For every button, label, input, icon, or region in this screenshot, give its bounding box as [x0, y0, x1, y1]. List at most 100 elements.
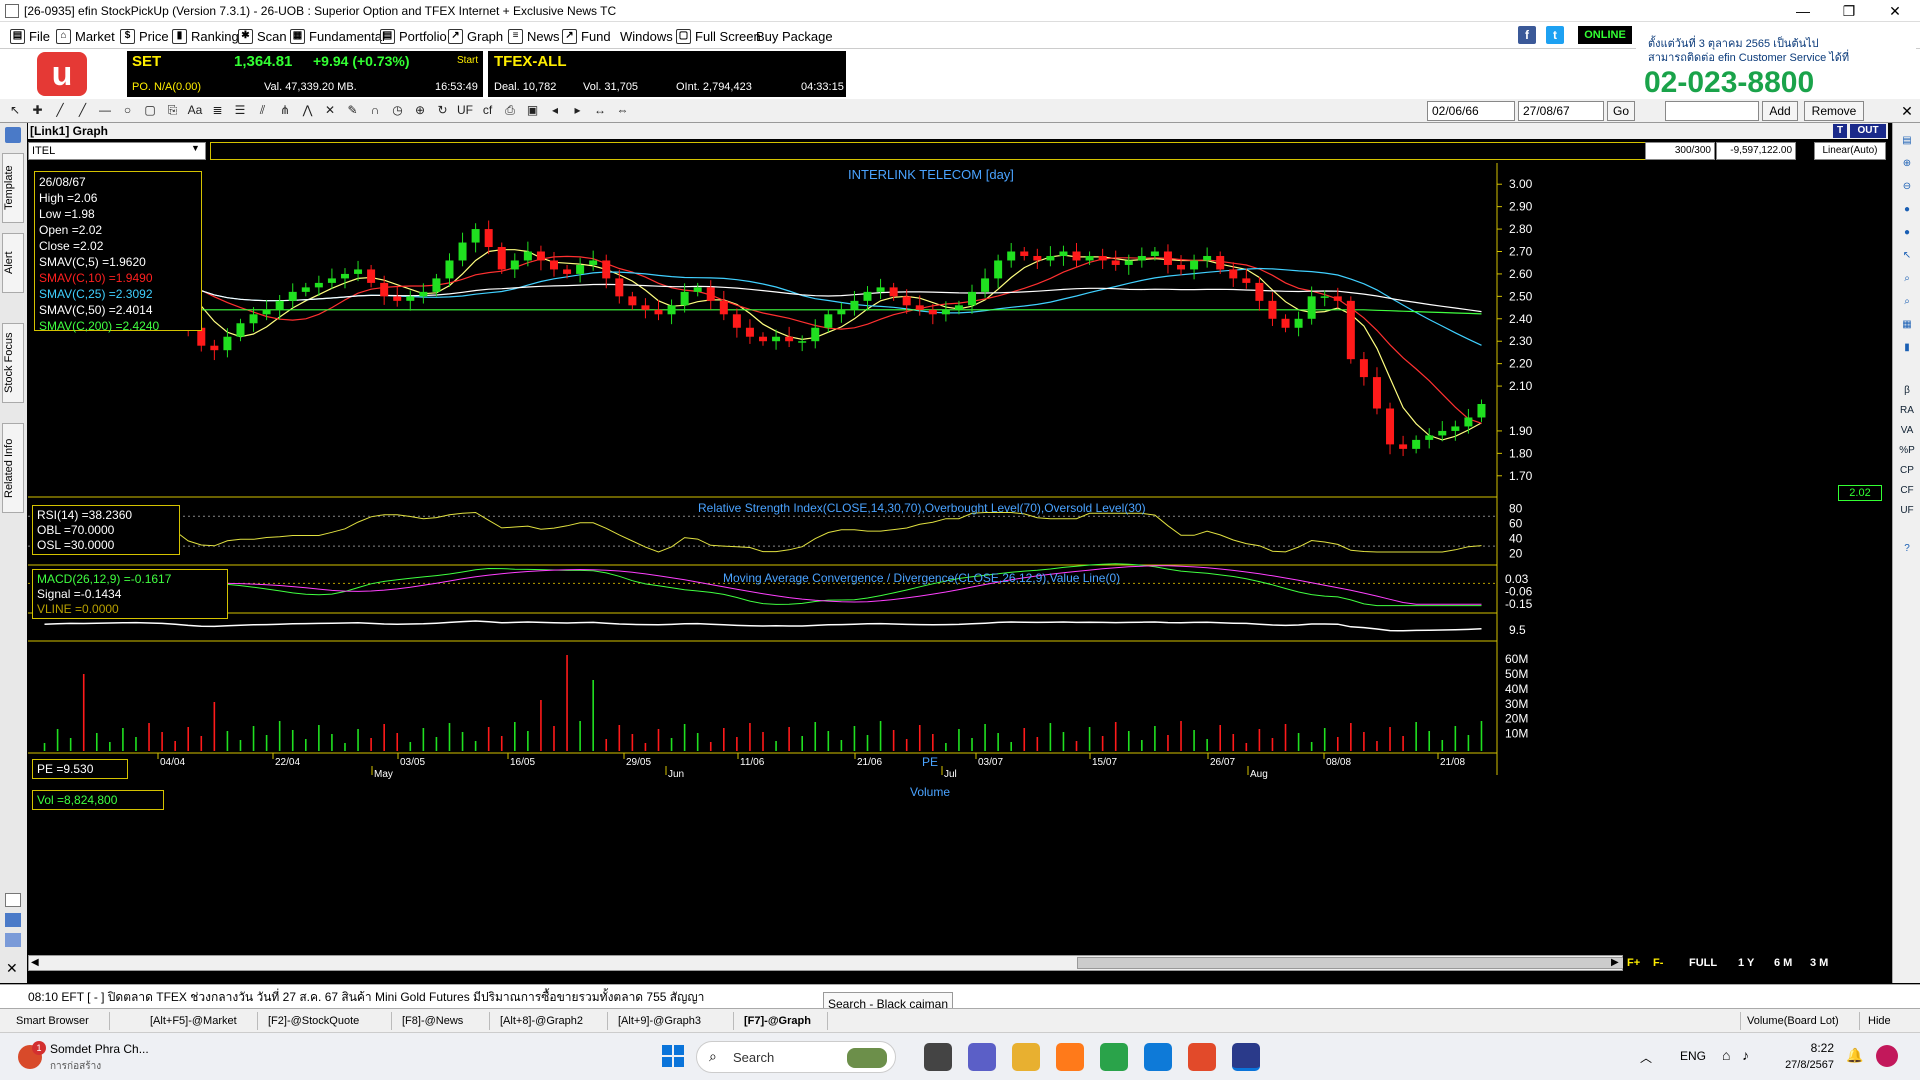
- network-icon[interactable]: ⌂: [1722, 1047, 1730, 1063]
- notification-bell-icon[interactable]: 🔔: [1846, 1047, 1863, 1064]
- volume-icon[interactable]: ♪: [1742, 1047, 1749, 1063]
- menu-scan[interactable]: ✱ Scan: [238, 27, 287, 45]
- side-tab-alert[interactable]: Alert: [2, 233, 24, 293]
- chevron-up-icon[interactable]: ︿: [1640, 1049, 1652, 1066]
- help-icon[interactable]: ?: [1897, 541, 1917, 557]
- windows-start-icon[interactable]: [662, 1045, 684, 1067]
- circle-icon[interactable]: ○: [119, 102, 137, 119]
- horizontal-scrollbar[interactable]: ◀ ▶: [28, 955, 1627, 971]
- menu-market[interactable]: ⌂ Market: [56, 27, 115, 45]
- clock-time[interactable]: 8:22: [1778, 1041, 1834, 1055]
- date-to-input[interactable]: 27/08/67: [1518, 101, 1604, 121]
- set-index-panel[interactable]: SET 1,364.81 +9.94 (+0.73%) Start PO. N/…: [127, 51, 483, 97]
- window-tab[interactable]: [F8]-@News: [396, 1012, 490, 1030]
- side-tab-stock-focus[interactable]: Stock Focus: [2, 323, 24, 403]
- remove-button[interactable]: Remove: [1804, 101, 1864, 121]
- menu-price[interactable]: $ Price: [120, 27, 169, 45]
- chart-area[interactable]: 3.00 2.90 2.80 2.70 2.60 2.50 2.40 2.30 2.20 2.10…: [28, 163, 1892, 973]
- out-button[interactable]: OUT: [1850, 124, 1886, 138]
- side-tab-template[interactable]: Template: [2, 153, 24, 223]
- hline-icon[interactable]: —: [96, 102, 114, 119]
- taskbar-user[interactable]: Somdet Phra Ch...: [50, 1042, 149, 1056]
- zoom-icon[interactable]: ⊕: [411, 102, 429, 119]
- scroll-thumb[interactable]: [1077, 957, 1627, 969]
- timeframe-3m[interactable]: 3 M: [1810, 957, 1828, 969]
- left-icon[interactable]: ◂: [546, 102, 564, 119]
- indicator-btn-β[interactable]: β: [1897, 383, 1917, 399]
- efin-icon[interactable]: [1188, 1043, 1216, 1071]
- edge-icon[interactable]: [1144, 1043, 1172, 1071]
- volume-unit-select[interactable]: Volume(Board Lot): [1740, 1012, 1860, 1030]
- copilot-icon[interactable]: [1876, 1045, 1898, 1067]
- indicator-btn-va[interactable]: VA: [1897, 423, 1917, 439]
- window-tab[interactable]: [Alt+8]-@Graph2: [494, 1012, 608, 1030]
- close-graph-icon[interactable]: ✕: [1898, 101, 1916, 121]
- cursor-icon[interactable]: ↖: [1897, 248, 1917, 264]
- window-tab[interactable]: Smart Browser: [10, 1012, 110, 1030]
- timeframe-6m[interactable]: 6 M: [1774, 957, 1792, 969]
- menu-windows[interactable]: Windows: [620, 27, 673, 45]
- chrome-icon[interactable]: [1100, 1043, 1128, 1071]
- date-from-input[interactable]: 02/06/66: [1427, 101, 1515, 121]
- menu-full-screen[interactable]: ▢ Full Screen: [676, 27, 761, 45]
- twitter-icon[interactable]: t: [1546, 26, 1564, 44]
- taskbar-search[interactable]: ⌕ Search: [696, 1041, 896, 1073]
- indicator-btn-ra[interactable]: RA: [1897, 403, 1917, 419]
- zoom-out-icon[interactable]: ⊖: [1897, 179, 1917, 195]
- indicator-btn-cf[interactable]: CF: [1897, 483, 1917, 499]
- news-ticker[interactable]: 08:10 EFT [ - ] ปิดตลาด TFEX ช่วงกลางวัน…: [0, 984, 1920, 1008]
- close-button[interactable]: ✕: [1872, 0, 1918, 22]
- text-icon[interactable]: Aa: [186, 102, 204, 119]
- uf-icon[interactable]: UF: [456, 102, 474, 119]
- close-side-icon[interactable]: ✕: [6, 960, 18, 977]
- menu-buy-package[interactable]: Buy Package: [756, 27, 833, 45]
- timeframe-full[interactable]: FULL: [1689, 957, 1717, 969]
- magnet-icon[interactable]: ∩: [366, 102, 384, 119]
- window-tab[interactable]: [F7]-@Graph: [738, 1012, 828, 1030]
- facebook-icon[interactable]: f: [1518, 26, 1536, 44]
- chart-svg[interactable]: 3.00 2.90 2.80 2.70 2.60 2.50 2.40 2.30 2.20 2.10…: [28, 163, 1892, 973]
- scroll-left-icon[interactable]: ◀: [31, 957, 39, 968]
- news-text[interactable]: 08:10 EFT [ - ] ปิดตลาด TFEX ช่วงกลางวัน…: [28, 985, 704, 1009]
- expand-icon[interactable]: ↔: [591, 102, 609, 119]
- indicator-btn-cp[interactable]: CP: [1897, 463, 1917, 479]
- clock-date[interactable]: 27/8/2567: [1770, 1059, 1834, 1071]
- right-icon[interactable]: ▸: [569, 102, 587, 119]
- menu-portfolio[interactable]: ▤ Portfolio: [380, 27, 447, 45]
- go-button[interactable]: Go: [1607, 101, 1635, 121]
- circle-blue-icon[interactable]: ●: [1897, 202, 1917, 218]
- indicator-btn-uf[interactable]: UF: [1897, 503, 1917, 519]
- window-tab[interactable]: [F2]-@StockQuote: [262, 1012, 392, 1030]
- save-icon[interactable]: [5, 913, 21, 927]
- window-tab[interactable]: [Alt+9]-@Graph3: [612, 1012, 734, 1030]
- menu-ranking[interactable]: ▮ Ranking: [172, 27, 239, 45]
- channel-icon[interactable]: ⫽: [254, 102, 272, 119]
- save-icon[interactable]: ▣: [524, 102, 542, 119]
- magnify-icon[interactable]: ⌕: [1897, 294, 1917, 310]
- grid-icon[interactable]: ▦: [1897, 317, 1917, 333]
- scroll-right-icon[interactable]: ▶: [1611, 957, 1619, 968]
- period-icon[interactable]: ◷: [389, 102, 407, 119]
- hide-button[interactable]: Hide: [1862, 1012, 1918, 1030]
- pointer-icon[interactable]: ↖: [6, 102, 24, 119]
- doc-icon[interactable]: ▤: [1897, 133, 1917, 149]
- chevron-down-icon[interactable]: ▼: [191, 143, 200, 153]
- fit-icon[interactable]: ⇔: [614, 102, 632, 119]
- window-tab[interactable]: [Alt+F5]-@Market: [144, 1012, 258, 1030]
- side-tab-related-info[interactable]: Related Info: [2, 423, 24, 513]
- search-icon[interactable]: ⌕: [1897, 271, 1917, 287]
- timeframe-fminus[interactable]: F-: [1653, 957, 1663, 969]
- lines-icon[interactable]: ☰: [231, 102, 249, 119]
- symbol-input[interactable]: ITEL: [28, 142, 206, 160]
- rectangle-icon[interactable]: ▢: [141, 102, 159, 119]
- maximize-button[interactable]: ❐: [1826, 0, 1872, 22]
- language-indicator[interactable]: ENG: [1680, 1049, 1706, 1063]
- zoom-in-icon[interactable]: ⊕: [1897, 156, 1917, 172]
- customer-service-ad[interactable]: ตั้งแต่วันที่ 3 ตุลาคม 2565 เป็นต้นไป สา…: [1636, 26, 1916, 99]
- t-button[interactable]: T: [1833, 124, 1847, 138]
- timeframe-fplus[interactable]: F+: [1627, 957, 1640, 969]
- firefox-icon[interactable]: [1056, 1043, 1084, 1071]
- circle-icon[interactable]: ●: [1897, 225, 1917, 241]
- cf-icon[interactable]: cf: [479, 102, 497, 119]
- explorer-icon[interactable]: [1012, 1043, 1040, 1071]
